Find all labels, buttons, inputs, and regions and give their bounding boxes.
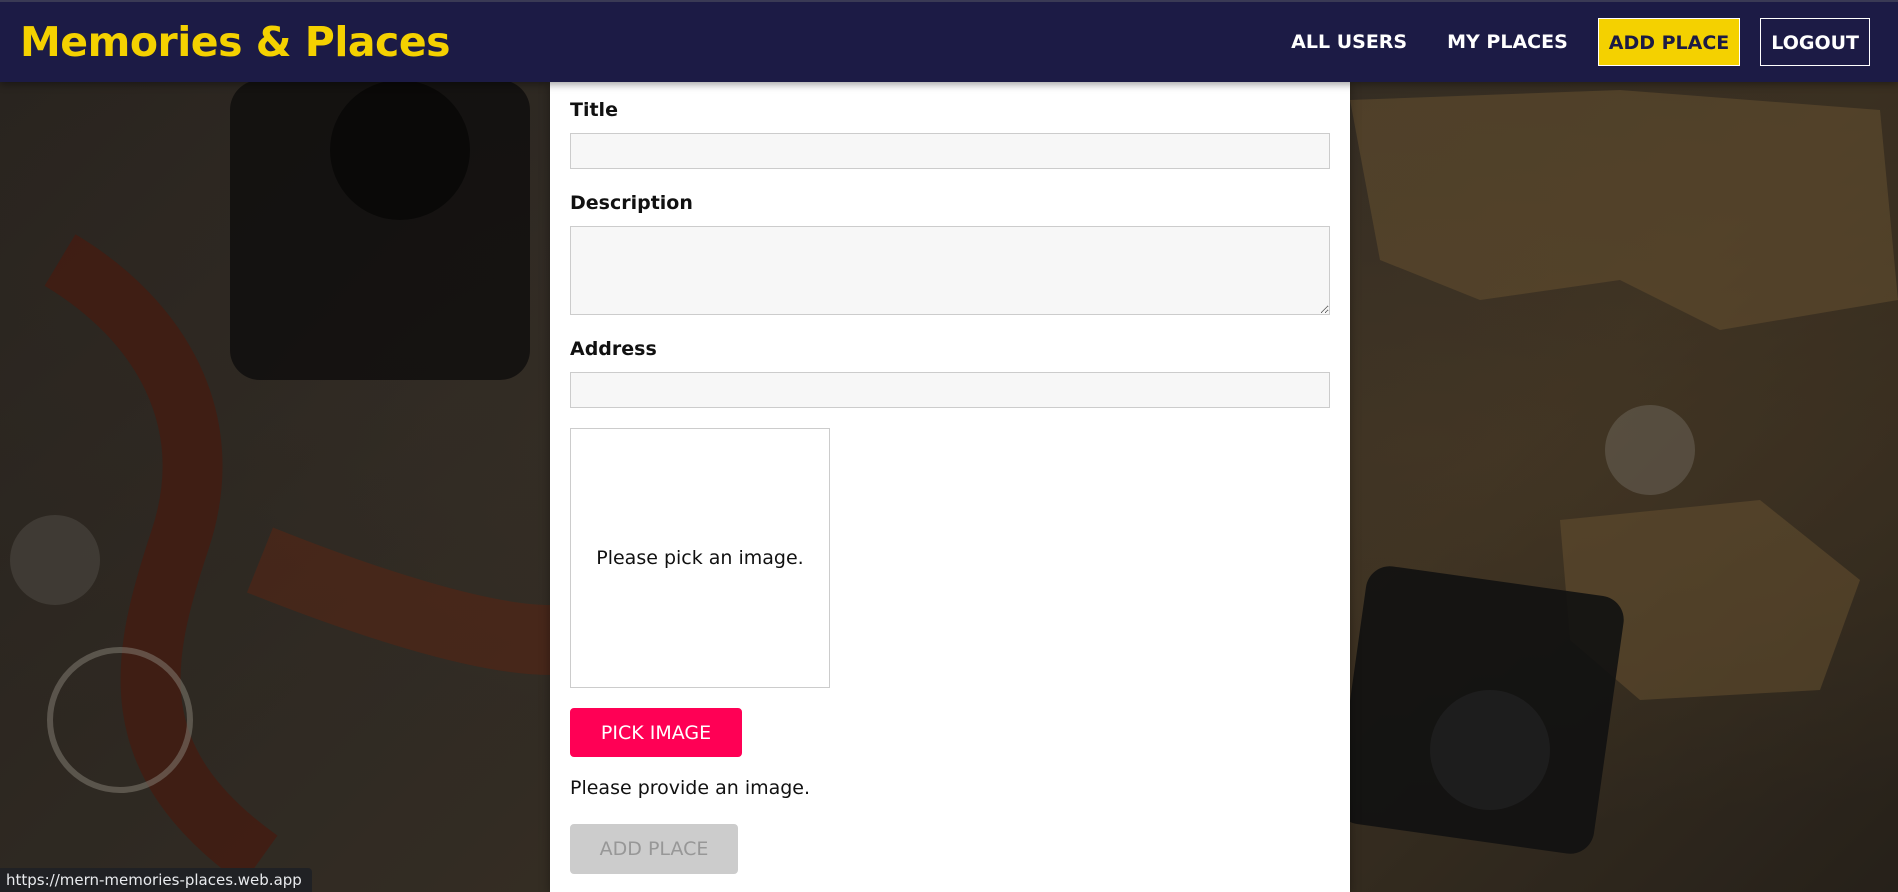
main-nav: ALL USERS MY PLACES ADD PLACE LOGOUT	[1271, 18, 1870, 66]
description-label: Description	[570, 192, 693, 214]
status-bar-url: https://mern-memories-places.web.app	[0, 868, 312, 892]
image-preview: Please pick an image.	[570, 428, 830, 688]
nav-add-place[interactable]: ADD PLACE	[1597, 18, 1741, 66]
title-label: Title	[570, 99, 618, 121]
description-textarea[interactable]	[570, 226, 1330, 315]
pick-image-button[interactable]: PICK IMAGE	[570, 708, 742, 757]
nav-my-places[interactable]: MY PLACES	[1427, 18, 1588, 66]
add-place-submit-button[interactable]: ADD PLACE	[570, 824, 738, 874]
image-error-text: Please provide an image.	[570, 777, 811, 799]
address-input[interactable]	[570, 372, 1330, 408]
main-header: Memories & Places ALL USERS MY PLACES AD…	[0, 0, 1898, 82]
address-label: Address	[570, 338, 657, 360]
image-preview-placeholder: Please pick an image.	[596, 547, 804, 569]
brand-logo-link[interactable]: Memories & Places	[20, 18, 451, 66]
add-place-form: Title Description Address Please pick an…	[550, 82, 1350, 892]
title-input[interactable]	[570, 133, 1330, 169]
logout-button[interactable]: LOGOUT	[1760, 18, 1870, 66]
nav-all-users[interactable]: ALL USERS	[1271, 18, 1427, 66]
